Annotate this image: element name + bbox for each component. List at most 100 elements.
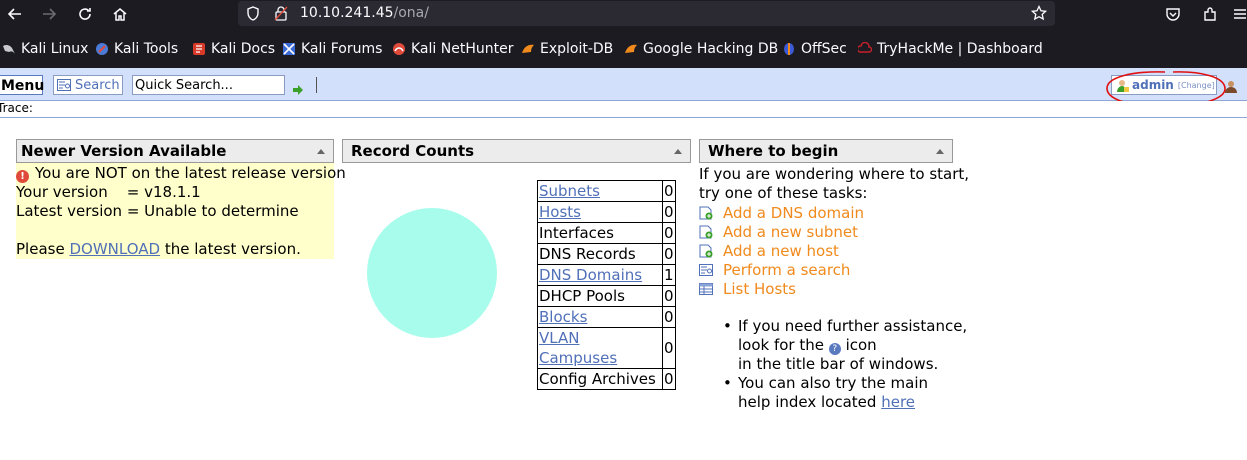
task-list-hosts[interactable]: List Hosts xyxy=(699,279,796,298)
bookmark-google-hacking-db[interactable]: Google Hacking DB xyxy=(624,40,778,58)
forward-icon[interactable] xyxy=(38,3,60,25)
record-count-cell: 0 xyxy=(662,285,676,307)
extensions-icon[interactable] xyxy=(1199,3,1221,25)
ghdb-icon xyxy=(624,42,638,56)
record-name-cell: Config Archives xyxy=(537,368,663,390)
record-count-row: Blocks 0 xyxy=(537,306,676,328)
bookmark-tryhackme[interactable]: TryHackMe | Dashboard xyxy=(856,40,1043,58)
reload-icon[interactable] xyxy=(74,3,96,25)
nethunter-icon xyxy=(392,42,406,56)
url-text[interactable]: 10.10.241.45/ona/ xyxy=(300,5,429,21)
download-link[interactable]: DOWNLOAD xyxy=(69,240,160,258)
search-form-icon xyxy=(57,79,71,91)
download-line: Please DOWNLOAD the latest version. xyxy=(16,240,301,259)
help-icon: ? xyxy=(828,343,841,355)
go-arrow-icon[interactable] xyxy=(293,80,303,95)
bookmark-exploit-db[interactable]: Exploit-DB xyxy=(521,40,613,58)
app-menu-icon[interactable] xyxy=(1229,3,1247,25)
intro-text: If you are wondering where to start, try… xyxy=(699,165,969,203)
please-text: Please xyxy=(16,240,65,258)
record-name: DNS Records xyxy=(539,245,636,263)
record-name-cell: Subnets xyxy=(537,180,663,202)
collapse-icon[interactable] xyxy=(674,149,682,154)
search-button[interactable]: Search xyxy=(53,75,123,95)
record-link[interactable]: Hosts xyxy=(539,203,581,221)
pocket-icon[interactable] xyxy=(1162,3,1184,25)
search-form-icon xyxy=(699,263,713,277)
bookmark-kali-forums[interactable]: Kali Forums xyxy=(282,40,382,58)
record-link[interactable]: DNS Domains xyxy=(539,266,642,284)
bookmark-label: Kali NetHunter xyxy=(411,41,514,57)
record-name: DHCP Pools xyxy=(539,287,625,305)
trace-bar: Trace: xyxy=(0,101,1247,118)
record-count-cell: 0 xyxy=(662,222,676,244)
ona-menu-bar: Menu Search admin [Change] xyxy=(0,68,1247,101)
url-bar[interactable]: 10.10.241.45/ona/ xyxy=(238,1,1055,26)
search-button-label: Search xyxy=(75,77,120,93)
home-icon[interactable] xyxy=(109,3,131,25)
newer-version-header[interactable]: Newer Version Available xyxy=(16,139,334,163)
bookmark-kali-docs[interactable]: Kali Docs xyxy=(192,40,275,58)
help-index-link[interactable]: here xyxy=(881,393,915,411)
bookmarks-bar: Kali Linux Kali Tools Kali Docs Kali For… xyxy=(0,28,1247,68)
latest-version: Latest version = Unable to determine xyxy=(16,202,299,220)
tryhackme-icon xyxy=(856,41,873,56)
record-pie-chart xyxy=(367,208,497,338)
help-bullet: If you need further assistance, look for… xyxy=(723,317,967,374)
help-line: in the title bar of windows. xyxy=(738,355,939,373)
task-label[interactable]: List Hosts xyxy=(723,280,796,298)
record-name-cell: Blocks xyxy=(537,306,663,328)
task-add-subnet[interactable]: Add a new subnet xyxy=(699,222,858,241)
task-label[interactable]: Perform a search xyxy=(723,261,850,279)
collapse-icon[interactable] xyxy=(317,149,325,154)
record-link[interactable]: Blocks xyxy=(539,308,587,326)
record-name-cell: DNS Domains xyxy=(537,264,663,286)
task-add-dns-domain[interactable]: Add a DNS domain xyxy=(699,203,864,222)
help-text: icon xyxy=(845,336,877,354)
kali-forums-icon xyxy=(282,42,296,56)
browser-toolbar: 10.10.241.45/ona/ xyxy=(0,0,1247,28)
record-name-cell: Interfaces xyxy=(537,222,663,244)
record-name: Config Archives xyxy=(539,370,656,388)
record-count-cell: 0 xyxy=(662,243,676,265)
task-perform-search[interactable]: Perform a search xyxy=(699,260,850,279)
record-name-cell: Hosts xyxy=(537,201,663,223)
record-count-cell: 1 xyxy=(662,264,676,286)
newer-version-body: ! You are NOT on the latest release versi… xyxy=(16,163,346,259)
trace-label: Trace: xyxy=(0,101,33,115)
bookmark-label: Kali Forums xyxy=(301,41,383,57)
bookmark-kali-nethunter[interactable]: Kali NetHunter xyxy=(392,40,513,58)
task-label[interactable]: Add a new subnet xyxy=(723,223,858,241)
add-record-icon xyxy=(699,225,713,239)
help-line: If you need further assistance, xyxy=(738,317,968,335)
kali-dragon-icon xyxy=(2,42,16,56)
menu-button[interactable]: Menu xyxy=(0,75,44,95)
toolbar-separator xyxy=(316,77,317,93)
add-record-icon xyxy=(699,206,713,220)
intro-line: try one of these tasks: xyxy=(699,184,868,202)
back-icon[interactable] xyxy=(4,3,26,25)
list-table-icon xyxy=(699,282,713,296)
bookmark-label: OffSec xyxy=(801,41,847,57)
bookmark-star-icon[interactable] xyxy=(1030,4,1048,25)
bookmark-kali-tools[interactable]: Kali Tools xyxy=(95,40,178,58)
record-link[interactable]: VLAN Campuses xyxy=(539,329,617,367)
bookmark-offsec[interactable]: OffSec xyxy=(782,40,847,58)
collapse-icon[interactable] xyxy=(936,149,944,154)
lock-insecure-icon[interactable] xyxy=(274,6,288,25)
record-count-row: VLAN Campuses 0 xyxy=(537,327,676,369)
quick-search-input[interactable] xyxy=(132,75,285,95)
record-counts-header[interactable]: Record Counts xyxy=(342,139,691,163)
task-label[interactable]: Add a DNS domain xyxy=(723,204,864,222)
intro-line: If you are wondering where to start, xyxy=(699,165,970,183)
where-to-begin-header[interactable]: Where to begin xyxy=(699,139,953,163)
bookmark-label: Exploit-DB xyxy=(540,41,614,57)
task-label[interactable]: Add a new host xyxy=(723,242,839,260)
record-name-cell: DNS Records xyxy=(537,243,663,265)
bookmark-kali-linux[interactable]: Kali Linux xyxy=(2,40,88,58)
shield-icon[interactable] xyxy=(246,6,260,25)
bookmark-label: Kali Tools xyxy=(114,41,179,57)
bookmark-label: TryHackMe | Dashboard xyxy=(877,41,1043,57)
record-link[interactable]: Subnets xyxy=(539,182,600,200)
task-add-host[interactable]: Add a new host xyxy=(699,241,839,260)
